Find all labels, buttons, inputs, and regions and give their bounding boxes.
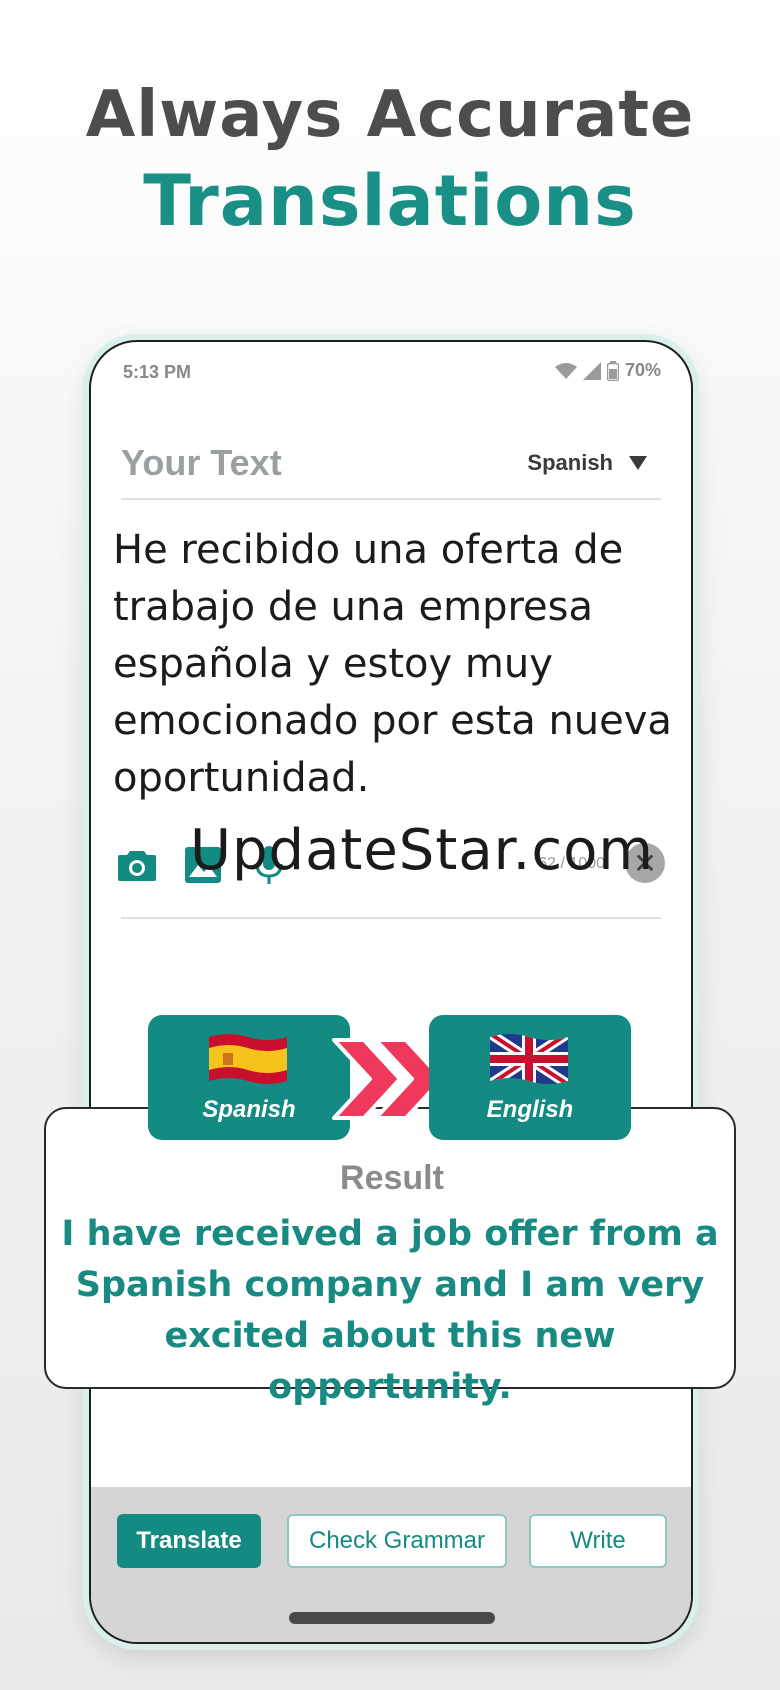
translate-button[interactable]: Translate (117, 1514, 261, 1568)
check-grammar-button[interactable]: Check Grammar (287, 1514, 507, 1568)
result-text: I have received a job offer from a Spani… (61, 1214, 719, 1407)
battery-percent: 70% (624, 360, 661, 380)
phone-frame: 5:13 PM 70% Your Text Spanish He recibid… (89, 340, 693, 1644)
signal-icon (582, 361, 601, 380)
watermark: UpdateStar.com (190, 818, 654, 883)
to-language-label: English (486, 1096, 574, 1123)
spain-flag-icon (209, 1034, 287, 1084)
divider (121, 498, 661, 500)
source-text-input[interactable]: He recibido una oferta de trabajo de una… (113, 522, 683, 807)
headline-line1: Always Accurate (85, 78, 695, 152)
status-icons: 70% (554, 360, 661, 381)
battery-icon (606, 360, 619, 381)
result-card: Result I have received a job offer from … (44, 1107, 736, 1407)
status-time: 5:13 PM (123, 362, 192, 382)
wifi-icon (554, 362, 577, 379)
home-indicator[interactable] (289, 1612, 495, 1624)
divider (121, 917, 661, 919)
source-language-value: Spanish (527, 450, 613, 475)
from-language-box[interactable]: Spanish (148, 1015, 350, 1140)
result-label: Result (340, 1159, 444, 1197)
write-button[interactable]: Write (529, 1514, 667, 1568)
from-language-label: Spanish (202, 1096, 296, 1123)
to-language-box[interactable]: English (429, 1015, 631, 1140)
source-language-dropdown[interactable]: Spanish (527, 450, 647, 476)
headline-line2: Translations (143, 160, 637, 242)
dropdown-arrow-icon (629, 456, 647, 470)
source-label: Your Text (121, 442, 282, 483)
uk-flag-icon (490, 1034, 568, 1084)
camera-icon[interactable] (117, 845, 157, 885)
